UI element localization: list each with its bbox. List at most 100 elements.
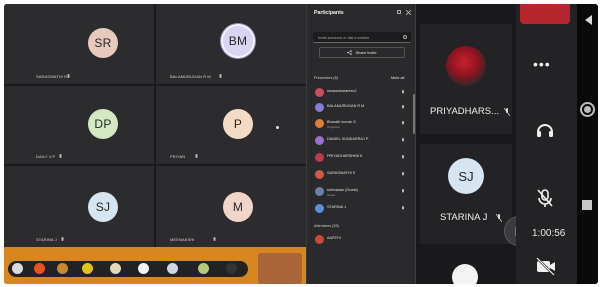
mic-icon [402, 138, 404, 142]
share-invite-button[interactable]: Share invite [319, 47, 405, 58]
back-icon[interactable] [583, 14, 593, 26]
participant-row[interactable]: srinivasan (Guest) Guest [313, 185, 411, 198]
participant-name: AARTHI [327, 236, 341, 240]
avatar [315, 88, 324, 97]
leave-button[interactable] [520, 4, 570, 24]
participant-name: PRIYADHARS... [430, 106, 499, 117]
panel-header-icons [397, 10, 411, 15]
mute-all-button[interactable]: Mute all [391, 76, 404, 80]
invite-search[interactable] [313, 32, 411, 43]
app-icon[interactable] [82, 263, 93, 274]
search-icon [403, 35, 407, 39]
app-icon[interactable] [57, 263, 68, 274]
participant-name: Bharath kumar G [327, 120, 356, 124]
app-icon[interactable] [226, 263, 237, 274]
participant-row[interactable]: Bharath kumar G Organizer [313, 117, 411, 130]
call-timer: 1:00:56 [532, 228, 566, 239]
avatar: SR [88, 28, 118, 58]
mic-off-icon [496, 214, 502, 222]
participant-tile[interactable]: BM BALAMURUGAN R M [156, 4, 306, 84]
recents-icon[interactable] [582, 200, 592, 210]
participant-tile[interactable]: DP DAILY V.P [4, 86, 154, 164]
participant-name: STARINA J [36, 237, 57, 242]
taskbar-strip [4, 247, 306, 284]
avatar [315, 170, 324, 179]
app-icon[interactable] [34, 263, 45, 274]
participant-row[interactable]: sivasankaranrsv2 [313, 86, 411, 99]
participant-name: MEENAKSHI [170, 237, 195, 242]
participant-name: BALAMURUGAN R M [327, 104, 365, 108]
headset-icon[interactable] [535, 120, 555, 140]
mic-off-icon [504, 108, 510, 116]
participant-name: PRIYADHARSHINI K [327, 154, 363, 158]
mic-icon [59, 154, 62, 158]
participant-name: srinivasan (Guest) [327, 188, 358, 192]
self-view-avatar[interactable] [452, 264, 478, 284]
mic-icon [402, 105, 404, 109]
camera-thumbnail [258, 253, 302, 284]
participant-tile[interactable]: SR SARASWATHI R [4, 4, 154, 84]
avatar: P [223, 109, 253, 139]
mic-icon [402, 121, 404, 125]
avatar: M [223, 192, 253, 222]
participant-tile[interactable]: SJ STARINA J [4, 166, 154, 247]
participant-tile[interactable]: P PRIYAN [156, 86, 306, 164]
app-icon[interactable] [198, 263, 209, 274]
app-icon[interactable] [138, 263, 149, 274]
participant-row[interactable]: AARTHI [313, 233, 411, 246]
invite-input[interactable] [318, 34, 400, 41]
camera-off-icon[interactable] [535, 256, 557, 276]
popout-icon[interactable] [397, 10, 401, 14]
video-grid: SR SARASWATHI R BM BALAMURUGAN R M DP DA… [4, 4, 306, 247]
panel-title: Participants [314, 10, 344, 16]
avatar [315, 235, 324, 244]
avatar [315, 103, 324, 112]
avatar [315, 187, 324, 196]
avatar [315, 136, 324, 145]
avatar [315, 204, 324, 213]
participant-name: SARASWATHI R [36, 74, 68, 79]
mic-icon [213, 237, 216, 241]
cursor [276, 126, 279, 129]
participants-panel: Participants Share invite Presenters (6)… [306, 4, 416, 284]
pinned-videos: PRIYADHARS... SJ STARINA J [416, 4, 534, 284]
share-icon [347, 50, 353, 55]
avatar: SJ [88, 192, 118, 222]
app-icon[interactable] [110, 263, 121, 274]
participant-name: DANIEL SUNDARRAJ P [327, 137, 369, 141]
participant-row[interactable]: SARASWATHI S [313, 168, 411, 181]
participant-row[interactable]: BALAMURUGAN R M [313, 101, 411, 114]
participant-name: SARASWATHI S [327, 171, 356, 175]
avatar: SJ [448, 158, 484, 194]
more-options-icon[interactable]: ••• [533, 56, 551, 72]
avatar: DP [88, 109, 118, 139]
close-icon[interactable] [406, 10, 411, 15]
attendees-header[interactable]: Attendees (28) [314, 224, 339, 228]
share-label: Share invite [355, 50, 377, 55]
mic-icon [402, 172, 404, 176]
participant-row[interactable]: PRIYADHARSHINI K [313, 151, 411, 164]
mic-off-icon[interactable] [535, 188, 555, 208]
app-icon[interactable] [167, 263, 178, 274]
teams-call-window: SR SARASWATHI R BM BALAMURUGAN R M DP DA… [4, 4, 598, 284]
mic-icon [219, 74, 222, 78]
mic-icon [402, 90, 404, 94]
avatar [315, 153, 324, 162]
video-tile-starina[interactable]: SJ STARINA J [420, 144, 512, 244]
mic-icon [402, 206, 404, 210]
participant-name: BALAMURUGAN R M [170, 74, 211, 79]
participant-row[interactable]: DANIEL SUNDARRAJ P [313, 134, 411, 147]
video-tile-priyadharshini[interactable]: PRIYADHARS... [420, 24, 512, 134]
participant-name: sivasankaranrsv2 [327, 89, 357, 93]
participant-tile[interactable]: M MEENAKSHI [156, 166, 306, 247]
participant-row[interactable]: STARINA J [313, 202, 411, 215]
home-icon[interactable] [580, 102, 595, 117]
participant-name: PRIYAN [170, 154, 186, 159]
mic-icon [195, 154, 198, 158]
mic-icon [67, 74, 70, 78]
app-icon[interactable] [12, 263, 23, 274]
mic-icon [402, 155, 404, 159]
presenters-header[interactable]: Presenters (6) [314, 76, 338, 80]
avatar [446, 46, 486, 86]
participant-name: STARINA J [327, 205, 346, 209]
